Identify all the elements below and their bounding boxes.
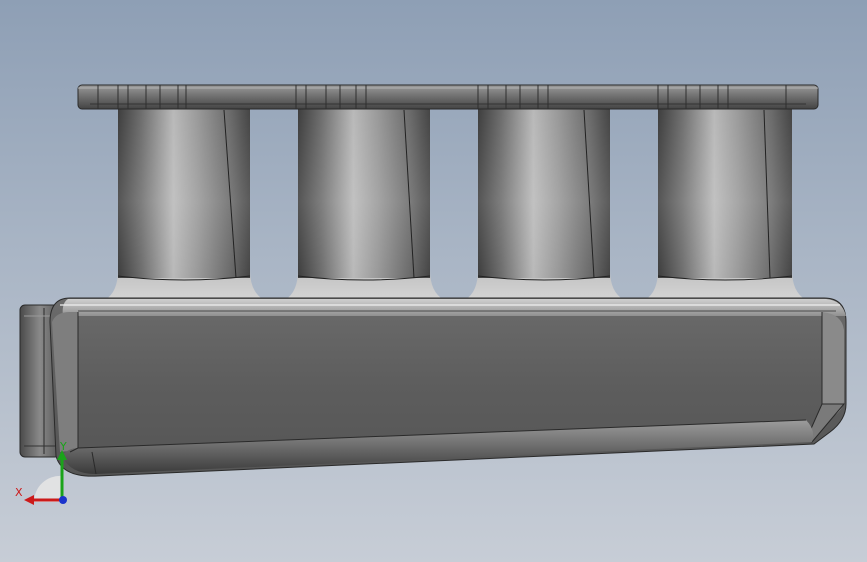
- flange-plate: [77, 84, 819, 110]
- x-axis-label: X: [15, 486, 23, 499]
- runner-4: [645, 108, 806, 300]
- graphics-viewport[interactable]: Y X: [0, 0, 867, 562]
- y-axis-label: Y: [59, 440, 67, 453]
- runner-group: [105, 108, 806, 300]
- runner-1: [105, 108, 264, 300]
- runner-2: [285, 108, 444, 300]
- manifold-3d-model[interactable]: [0, 0, 867, 562]
- runner-3: [465, 108, 624, 300]
- coordinate-triad: Y X: [15, 440, 67, 505]
- x-axis-arrow: [24, 495, 34, 505]
- triad-plane: [33, 475, 62, 502]
- z-axis-dot: [59, 496, 67, 504]
- plenum-body: [49, 297, 847, 477]
